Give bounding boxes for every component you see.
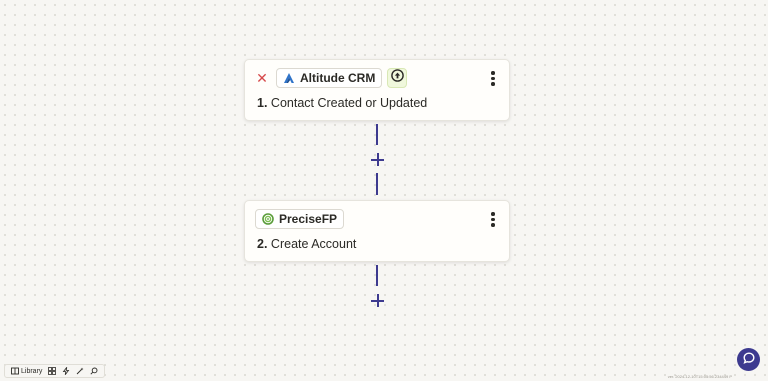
step-1-title: 1. Contact Created or Updated (257, 96, 427, 110)
library-label: Library (21, 367, 43, 375)
step-number: 2. (257, 237, 268, 251)
step-card-2[interactable]: PreciseFP 2. Create Account (244, 200, 510, 262)
upgrade-arrow-icon (391, 69, 404, 87)
add-step-plus-icon[interactable] (371, 294, 384, 307)
grid-button[interactable] (45, 365, 59, 377)
upgrade-button[interactable] (387, 68, 408, 88)
more-options-icon[interactable] (491, 212, 495, 227)
wand-icon (76, 367, 84, 375)
step-2-app-row: PreciseFP (255, 209, 345, 229)
bolt-button[interactable] (59, 365, 73, 377)
precisefp-logo-icon (261, 213, 274, 226)
connector-line (376, 124, 378, 145)
step-number: 1. (257, 96, 268, 110)
step-1-app-row: ✕ Altitude CRM (255, 68, 408, 88)
step-name: Contact Created or Updated (270, 96, 428, 110)
step-card-1[interactable]: ✕ Altitude CRM 1. Contact Created or Upd… (244, 59, 510, 121)
library-icon (11, 367, 19, 375)
app-name: PreciseFP (279, 212, 338, 226)
bolt-icon (62, 367, 70, 375)
version-text: ver. 2024-12-10T15:05:56.234449 P (667, 374, 732, 379)
search-icon (90, 367, 98, 375)
altitude-logo-icon (282, 72, 295, 85)
chat-support-button[interactable] (737, 348, 760, 371)
app-chip-precisefp[interactable]: PreciseFP (255, 209, 345, 229)
bottom-toolbar: Library (4, 364, 106, 378)
close-icon[interactable]: ✕ (255, 71, 269, 85)
add-step-plus-icon[interactable] (371, 153, 384, 166)
step-2-title: 2. Create Account (257, 237, 356, 251)
wand-button[interactable] (73, 365, 87, 377)
app-chip-altitude-crm[interactable]: Altitude CRM (276, 68, 383, 88)
app-name: Altitude CRM (300, 71, 376, 85)
connector-line (376, 265, 378, 286)
step-name: Create Account (270, 237, 357, 251)
library-button[interactable]: Library (8, 365, 45, 377)
chat-bubble-icon (742, 351, 755, 369)
more-options-icon[interactable] (491, 71, 495, 86)
search-button[interactable] (87, 365, 101, 377)
grid-icon (48, 367, 57, 375)
connector-line (376, 173, 378, 195)
